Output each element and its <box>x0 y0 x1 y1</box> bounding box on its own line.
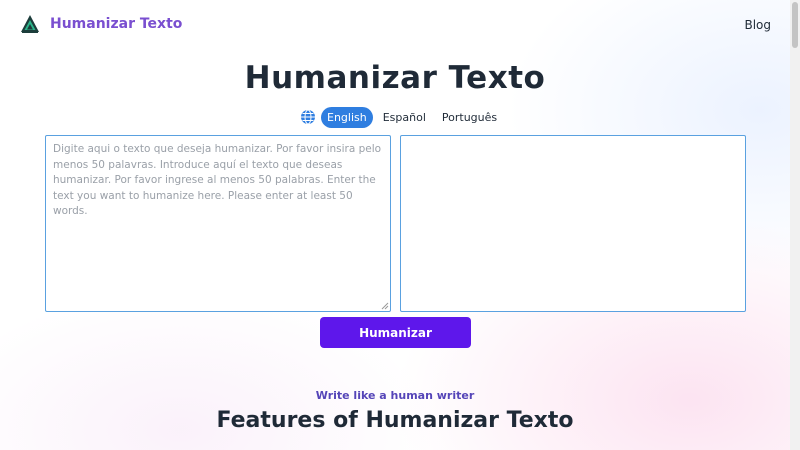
language-option-spanish[interactable]: Español <box>377 107 432 128</box>
humanize-button[interactable]: Humanizar <box>320 317 471 348</box>
page-scrollbar[interactable] <box>790 0 800 450</box>
brand-name: Humanizar Texto <box>50 16 183 32</box>
brand-logo-link[interactable]: Humanizar Texto <box>20 14 182 34</box>
language-option-portuguese[interactable]: Português <box>436 107 503 128</box>
resize-grip-icon[interactable] <box>381 302 389 310</box>
site-header: Humanizar Texto Blog <box>0 0 790 50</box>
page: Humanizar Texto Blog Humanizar Texto Eng… <box>0 0 790 450</box>
features-title: Features of Humanizar Texto <box>216 408 574 433</box>
nav-blog-link[interactable]: Blog <box>744 18 771 32</box>
scrollbar-thumb[interactable] <box>792 2 798 48</box>
language-selector: English Español Português <box>300 106 507 128</box>
output-textarea[interactable] <box>401 136 745 311</box>
input-text-container <box>45 135 391 312</box>
input-textarea[interactable] <box>46 136 390 311</box>
output-text-container <box>400 135 746 312</box>
features-tagline: Write like a human writer <box>315 389 475 402</box>
globe-icon <box>301 109 315 125</box>
language-option-english[interactable]: English <box>321 106 373 128</box>
brand-logo-icon <box>21 15 39 33</box>
page-title: Humanizar Texto <box>244 60 546 96</box>
